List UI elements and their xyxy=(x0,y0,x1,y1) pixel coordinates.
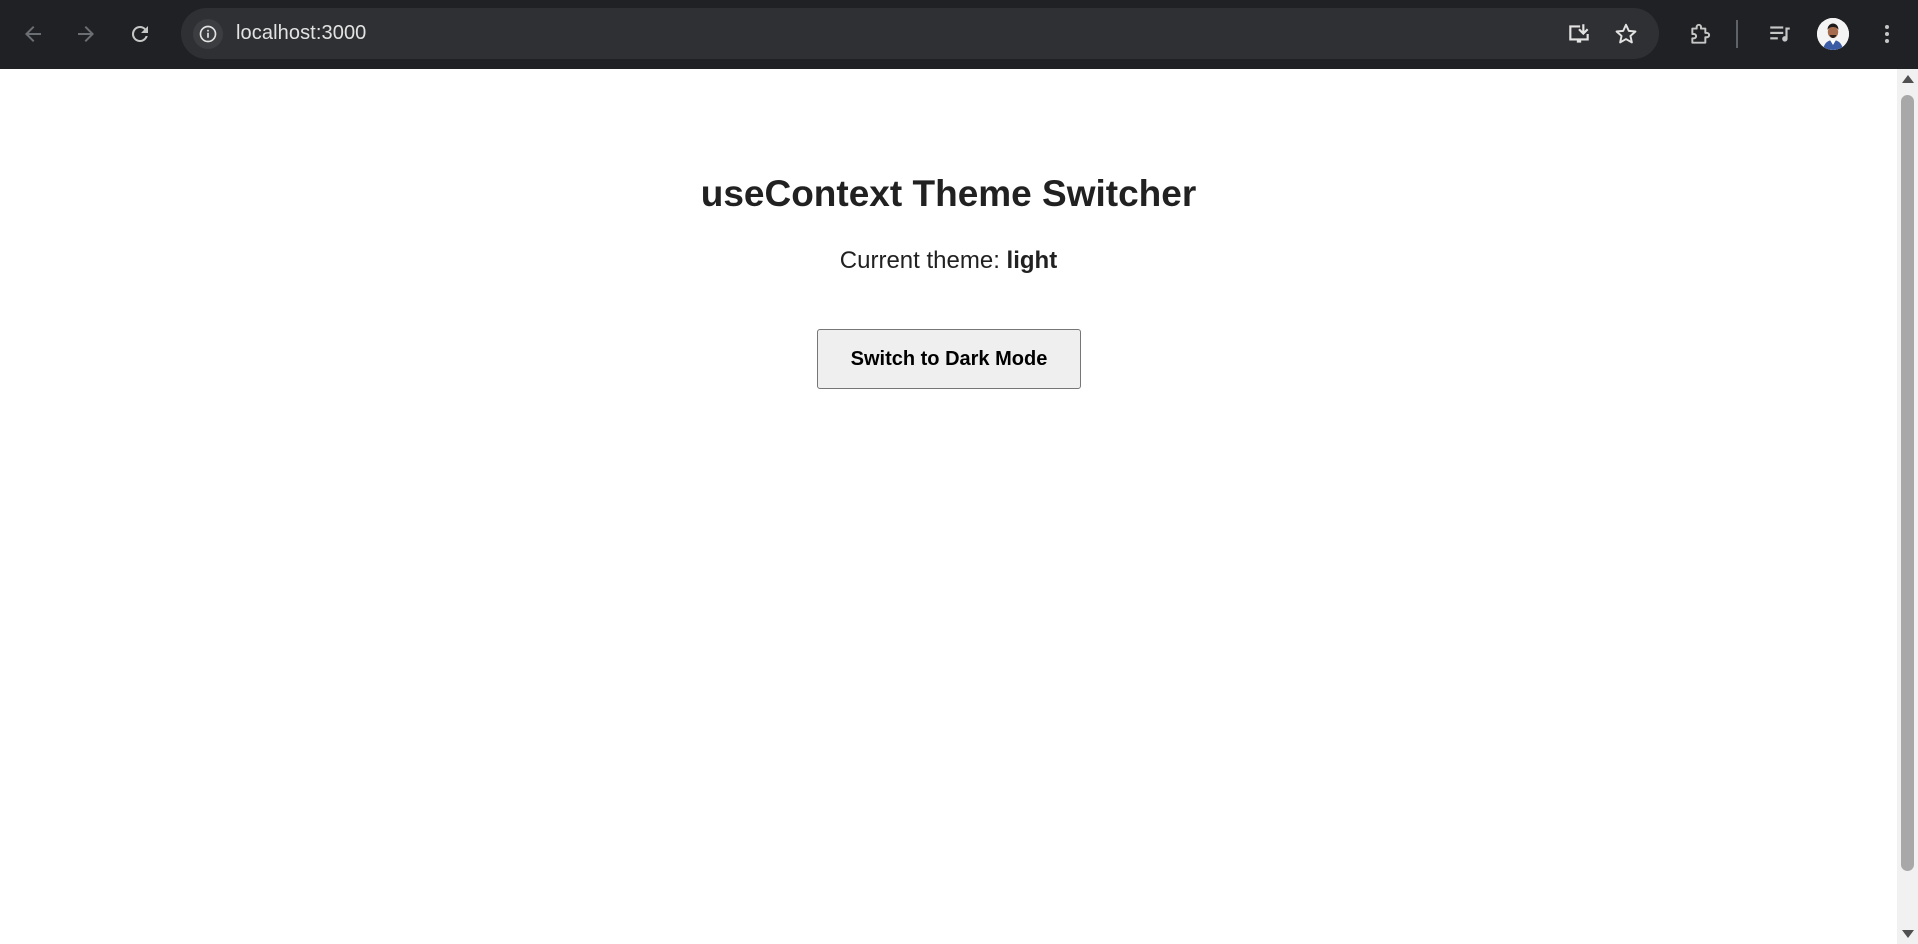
arrow-left-icon xyxy=(25,26,41,42)
address-bar[interactable]: localhost:3000 xyxy=(181,8,1659,59)
site-info-button[interactable] xyxy=(193,19,223,49)
install-app-button[interactable] xyxy=(1562,17,1596,51)
bookmark-button[interactable] xyxy=(1609,17,1643,51)
vertical-scrollbar[interactable] xyxy=(1897,69,1918,944)
browser-toolbar: localhost:3000 xyxy=(0,0,1918,69)
toolbar-divider xyxy=(1736,20,1738,48)
triangle-down-icon xyxy=(1901,930,1914,938)
reload-icon xyxy=(131,25,148,42)
scroll-up-button[interactable] xyxy=(1897,69,1918,89)
star-icon xyxy=(1615,23,1637,44)
media-controls-icon xyxy=(1770,26,1790,42)
media-controls-button[interactable] xyxy=(1760,14,1800,54)
browser-menu-button[interactable] xyxy=(1867,14,1907,54)
puzzle-icon xyxy=(1691,23,1711,44)
current-theme-label: Current theme: xyxy=(839,247,1007,274)
current-theme-text: Current theme: light xyxy=(0,247,1897,275)
scroll-down-button[interactable] xyxy=(1897,924,1918,944)
profile-photo-icon xyxy=(1817,18,1849,50)
page-title: useContext Theme Switcher xyxy=(700,173,1197,214)
install-app-icon xyxy=(1569,24,1589,43)
info-icon xyxy=(199,25,217,43)
url-text[interactable]: localhost:3000 xyxy=(236,22,366,45)
current-theme-value: light xyxy=(1006,247,1058,274)
scrollbar-thumb[interactable] xyxy=(1901,95,1914,871)
back-button[interactable] xyxy=(13,14,53,54)
kebab-menu-icon xyxy=(1885,25,1889,43)
forward-button[interactable] xyxy=(66,14,106,54)
switch-theme-button[interactable]: Switch to Dark Mode xyxy=(817,329,1081,389)
reload-button[interactable] xyxy=(120,14,160,54)
page-content: useContext Theme Switcher Current theme:… xyxy=(0,69,1897,944)
extensions-button[interactable] xyxy=(1681,14,1721,54)
avatar[interactable] xyxy=(1817,18,1849,50)
arrow-right-icon xyxy=(78,26,94,42)
triangle-up-icon xyxy=(1901,75,1914,83)
